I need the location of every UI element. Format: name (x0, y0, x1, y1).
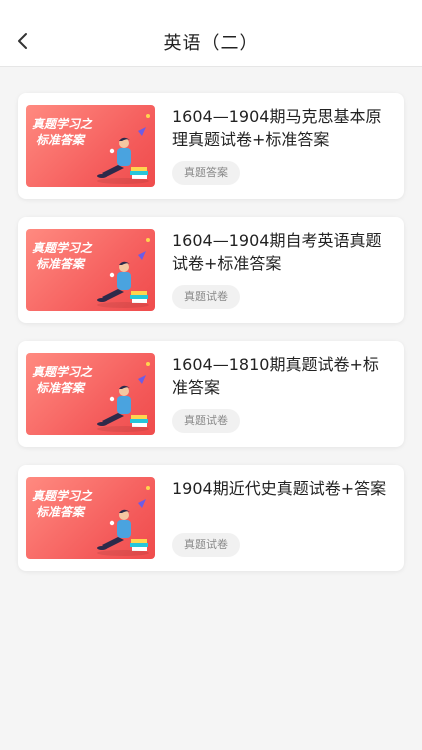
thumbnail-line1: 真题学习之 (32, 241, 93, 255)
exam-thumbnail: 真题学习之 标准答案 (26, 105, 155, 187)
exam-title: 1604—1904期马克思基本原理真题试卷+标准答案 (172, 107, 382, 149)
exam-list: 真题学习之 标准答案 1604—1904期马克思基本原理真题试卷+标准答案 真题… (18, 93, 404, 589)
thumbnail-line2: 标准答案 (36, 133, 86, 147)
thumbnail-line1: 真题学习之 (32, 365, 93, 379)
exam-card[interactable]: 真题学习之 标准答案 1604—1810期真题试卷+标准答案 真题试卷 (18, 341, 404, 447)
thumbnail-line2: 标准答案 (36, 505, 86, 519)
exam-title: 1604—1810期真题试卷+标准答案 (172, 355, 379, 397)
thumbnail-line1: 真题学习之 (32, 117, 93, 131)
exam-tag: 真题试卷 (172, 409, 240, 433)
exam-tag: 真题试卷 (172, 533, 240, 557)
exam-tag: 真题试卷 (172, 285, 240, 309)
exam-tag: 真题答案 (172, 161, 240, 185)
exam-card[interactable]: 真题学习之 标准答案 1604—1904期自考英语真题试卷+标准答案 真题试卷 (18, 217, 404, 323)
thumbnail-line2: 标准答案 (36, 257, 86, 271)
thumbnail-line2: 标准答案 (36, 381, 86, 395)
exam-card[interactable]: 真题学习之 标准答案 1604—1904期马克思基本原理真题试卷+标准答案 真题… (18, 93, 404, 199)
exam-thumbnail: 真题学习之 标准答案 (26, 353, 155, 435)
page-title: 英语（二） (163, 33, 259, 54)
thumbnail-line1: 真题学习之 (32, 489, 93, 503)
exam-card[interactable]: 真题学习之 标准答案 1904期近代史真题试卷+答案 真题试卷 (18, 465, 404, 571)
nav-header: 英语（二） (0, 0, 422, 67)
exam-thumbnail: 真题学习之 标准答案 (26, 229, 155, 311)
exam-thumbnail: 真题学习之 标准答案 (26, 477, 155, 559)
exam-title: 1904期近代史真题试卷+答案 (172, 479, 387, 498)
exam-title: 1604—1904期自考英语真题试卷+标准答案 (172, 231, 382, 273)
